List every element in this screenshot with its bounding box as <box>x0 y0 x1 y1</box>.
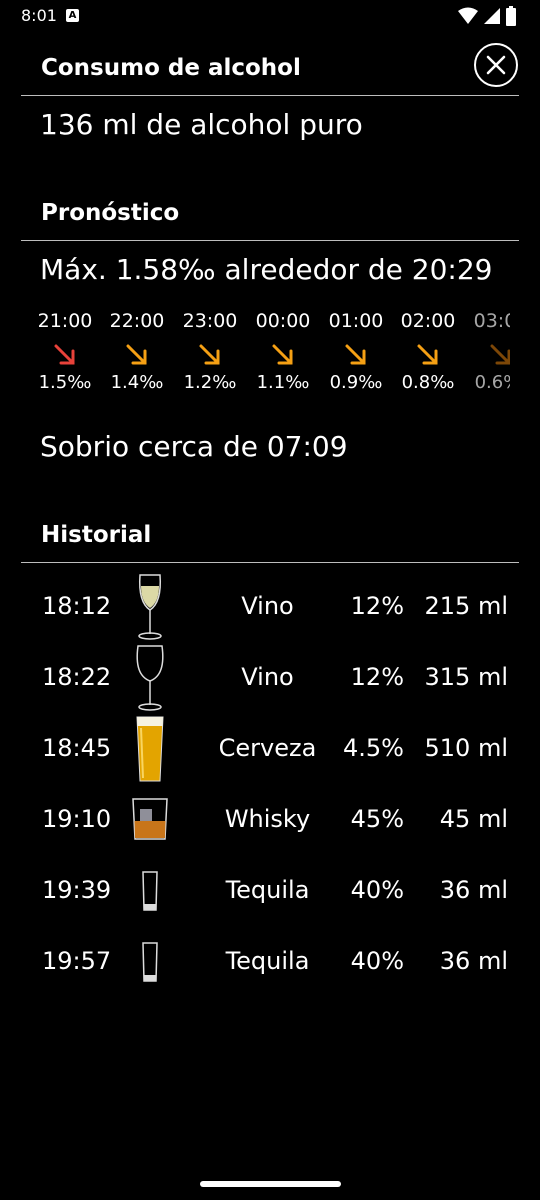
status-icons <box>458 6 516 26</box>
forecast-hour-value: 1.5‰ <box>38 372 92 393</box>
forecast-hour-time: 01:00 <box>328 310 384 332</box>
history-row[interactable]: 19:10 Whisky 45% 45 ml <box>0 785 540 855</box>
history-row[interactable]: 18:22 Vino 12% 315 ml <box>0 643 540 713</box>
forecast-hour: 21:00 1.5‰ <box>28 310 102 400</box>
forecast-hour-time: 00:00 <box>255 310 311 332</box>
forecast-title: Pronóstico <box>41 200 180 226</box>
history-volume: 45 ml <box>439 805 508 833</box>
arrow-down-right-icon <box>272 344 293 365</box>
history-drink-name: Vino <box>241 663 294 691</box>
history-volume: 510 ml <box>424 734 508 762</box>
history-time: 18:12 <box>42 592 112 620</box>
history-percentage: 40% <box>350 947 404 975</box>
forecast-hour-time: 03:00 <box>473 310 510 332</box>
cell-signal-icon <box>484 8 500 24</box>
arrow-down-right-icon <box>126 344 147 365</box>
forecast-hour-time: 22:00 <box>109 310 165 332</box>
forecast-hour: 01:00 0.9‰ <box>319 310 393 400</box>
history-volume: 215 ml <box>424 592 508 620</box>
forecast-hour: 03:00 0.6‰ <box>464 310 510 400</box>
sober-time: Sobrio cerca de 07:09 <box>40 430 348 463</box>
shot-glass-icon <box>142 871 158 911</box>
forecast-hour-value: 0.9‰ <box>329 372 383 393</box>
arrow-down-right-icon <box>199 344 220 365</box>
divider <box>21 240 519 241</box>
forecast-peak: Máx. 1.58‰ alrededor de 20:29 <box>40 253 493 286</box>
arrow-down-right-icon <box>345 344 366 365</box>
history-row[interactable]: 18:12 Vino 12% 215 ml <box>0 572 540 642</box>
history-drink-name: Tequila <box>225 947 310 975</box>
notification-icon: A <box>66 9 79 22</box>
divider <box>21 562 519 563</box>
history-drink-name: Whisky <box>224 805 311 833</box>
forecast-hour-time: 21:00 <box>37 310 93 332</box>
history-percentage: 45% <box>350 805 404 833</box>
arrow-down-right-icon <box>54 344 75 365</box>
forecast-hour: 00:00 1.1‰ <box>246 310 320 400</box>
history-time: 19:10 <box>42 805 112 833</box>
history-time: 18:45 <box>42 734 112 762</box>
close-icon <box>486 55 506 75</box>
close-button[interactable] <box>474 43 518 87</box>
history-time: 19:39 <box>42 876 112 904</box>
wine-glass-red-icon <box>136 645 164 711</box>
alcohol-amount: 136 ml de alcohol puro <box>40 108 363 141</box>
history-percentage: 12% <box>350 663 404 691</box>
hourly-forecast[interactable]: 21:00 1.5‰ 22:00 1.4‰ 23:00 1.2‰ 00:00 1… <box>28 310 510 410</box>
history-percentage: 12% <box>350 592 404 620</box>
home-indicator[interactable] <box>200 1181 341 1187</box>
history-row[interactable]: 19:39 Tequila 40% 36 ml <box>0 856 540 926</box>
history-time: 18:22 <box>42 663 112 691</box>
history-volume: 36 ml <box>439 876 508 904</box>
arrow-down-right-icon <box>490 344 510 365</box>
history-drink-name: Cerveza <box>218 734 317 762</box>
forecast-hour-value: 1.1‰ <box>256 372 310 393</box>
history-volume: 315 ml <box>424 663 508 691</box>
arrow-down-right-icon <box>417 344 438 365</box>
whisky-glass-icon <box>132 798 168 840</box>
history-drink-name: Tequila <box>225 876 310 904</box>
forecast-hour: 02:00 0.8‰ <box>391 310 465 400</box>
status-bar: 8:01 A <box>0 0 540 34</box>
history-time: 19:57 <box>42 947 112 975</box>
beer-glass-icon <box>136 716 164 782</box>
forecast-hour-value: 0.8‰ <box>401 372 455 393</box>
forecast-hour-time: 02:00 <box>400 310 456 332</box>
history-percentage: 40% <box>350 876 404 904</box>
history-row[interactable]: 18:45 Cerveza 4.5% 510 ml <box>0 714 540 784</box>
forecast-hour-value: 1.4‰ <box>110 372 164 393</box>
history-row[interactable]: 19:57 Tequila 40% 36 ml <box>0 927 540 997</box>
battery-icon <box>506 6 516 26</box>
divider <box>21 95 519 96</box>
wine-glass-white-icon <box>138 574 162 640</box>
shot-glass-icon <box>142 942 158 982</box>
forecast-hour: 23:00 1.2‰ <box>173 310 247 400</box>
consumption-title: Consumo de alcohol <box>41 55 301 81</box>
forecast-hour-value: 1.2‰ <box>183 372 237 393</box>
history-percentage: 4.5% <box>343 734 404 762</box>
forecast-hour-time: 23:00 <box>182 310 238 332</box>
forecast-hour: 22:00 1.4‰ <box>100 310 174 400</box>
forecast-hour-value: 0.6‰ <box>474 372 510 393</box>
wifi-icon <box>458 7 478 24</box>
history-volume: 36 ml <box>439 947 508 975</box>
status-time: 8:01 <box>21 6 57 25</box>
history-drink-name: Vino <box>241 592 294 620</box>
history-title: Historial <box>41 522 152 548</box>
